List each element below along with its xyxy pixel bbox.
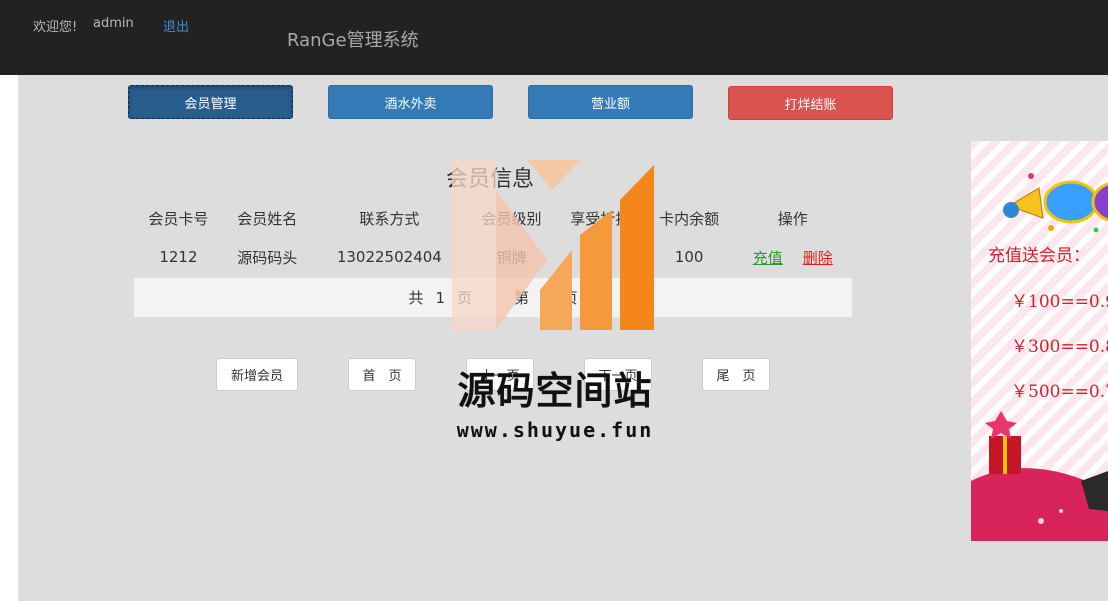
- cell-phone: 13022502404: [336, 248, 442, 266]
- nav-drinks-takeout-button[interactable]: 酒水外卖: [328, 85, 493, 119]
- pager-total: 1: [435, 288, 445, 307]
- promo-heading: 充值送会员：: [988, 246, 1090, 266]
- nav-closing-button[interactable]: 打烊结账: [728, 86, 893, 120]
- delete-link[interactable]: 删除: [803, 249, 833, 267]
- col-card-no: 会员卡号: [148, 209, 209, 228]
- watermark-logo-icon: [452, 160, 654, 330]
- app-brand: RanGe管理系统: [287, 30, 419, 51]
- logout-link[interactable]: 退出: [163, 16, 189, 35]
- watermark-url: www.shuyue.fun: [456, 418, 654, 442]
- recharge-link[interactable]: 充值: [753, 249, 783, 267]
- promo-line-100: ￥100==0.9: [1011, 292, 1108, 312]
- col-name: 会员姓名: [237, 209, 298, 228]
- nav-revenue-button[interactable]: 营业额: [528, 85, 693, 119]
- username: admin: [93, 16, 134, 31]
- promo-line-300: ￥300==0.8: [1011, 337, 1108, 357]
- nav-member-management-button[interactable]: 会员管理: [128, 85, 293, 119]
- cell-actions: 充值 删除: [734, 236, 852, 278]
- promo-panel: 充值送会员： ￥100==0.9 ￥300==0.8 ￥500==0.7: [971, 141, 1108, 541]
- promo-line-500: ￥500==0.7: [1011, 382, 1108, 402]
- last-page-button[interactable]: 尾 页: [702, 358, 770, 391]
- cell-card-no: 1212: [159, 248, 198, 266]
- top-navbar: 欢迎您! admin 退出 RanGe管理系统: [0, 0, 1108, 75]
- col-phone: 联系方式: [359, 209, 420, 228]
- watermark-title: 源码空间站: [457, 369, 653, 413]
- promo-banner-icon: [1003, 173, 1108, 233]
- cell-name: 源码码头: [237, 248, 298, 267]
- pager-prefix: 共: [408, 289, 424, 307]
- main-content: 会员管理 酒水外卖 营业额 打烊结账 会员信息 会员卡号 会员姓名 联系方式 会…: [18, 75, 1108, 601]
- first-page-button[interactable]: 首 页: [348, 358, 416, 391]
- welcome-text: 欢迎您!: [33, 20, 78, 35]
- gift-decoration-icon: [971, 411, 1108, 541]
- add-member-button[interactable]: 新增会员: [216, 358, 298, 391]
- col-actions: 操作: [777, 209, 808, 228]
